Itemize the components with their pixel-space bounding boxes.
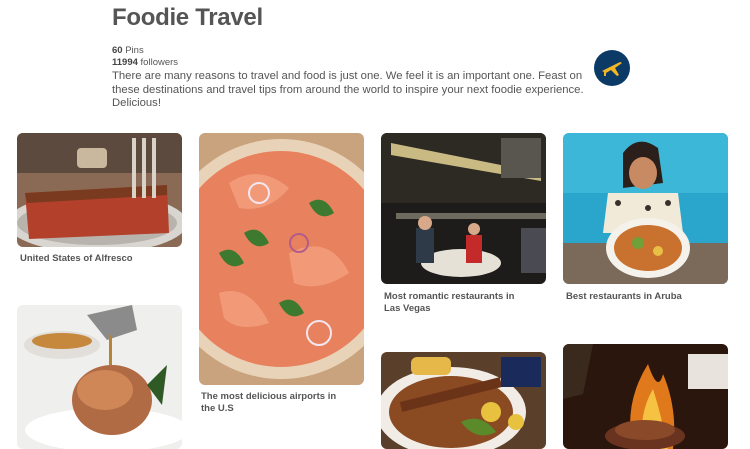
followers-label: followers xyxy=(140,57,179,68)
pin-caption[interactable]: Best restaurants in Aruba xyxy=(566,291,726,303)
pin-card-aruba[interactable] xyxy=(563,133,728,284)
pin-card-airports[interactable] xyxy=(199,133,364,385)
pins-count-row[interactable]: 60 Pins xyxy=(112,45,178,57)
board-stats: 60 Pins 11994 followers xyxy=(112,45,178,69)
pin-caption[interactable]: Most romantic restaurants in Las Vegas xyxy=(384,291,529,315)
flaming-meat-photo xyxy=(563,344,728,449)
skewer-plate-photo xyxy=(381,352,546,449)
pin-caption[interactable]: The most delicious airports in the U.S xyxy=(201,391,351,415)
roast-chicken-photo xyxy=(17,305,182,449)
pizza-photo xyxy=(17,133,182,247)
pins-count: 60 xyxy=(112,45,123,56)
board-title: Foodie Travel xyxy=(112,4,263,31)
restaurant-photo xyxy=(381,133,546,284)
board-description: There are many reasons to travel and foo… xyxy=(112,70,584,110)
followers-row[interactable]: 11994 followers xyxy=(112,57,178,69)
pin-card-flaming-meat[interactable] xyxy=(563,344,728,449)
pin-card-roast-chicken[interactable] xyxy=(17,305,182,449)
pins-label: Pins xyxy=(125,45,144,56)
salmon-pizza-photo xyxy=(199,133,364,385)
woman-plate-photo xyxy=(563,133,728,284)
pin-card-skewers[interactable] xyxy=(381,352,546,449)
followers-count: 11994 xyxy=(112,57,138,68)
airplane-globe-icon[interactable] xyxy=(593,49,631,87)
pin-card-las-vegas[interactable] xyxy=(381,133,546,284)
pin-caption[interactable]: United States of Alfresco xyxy=(20,253,180,265)
pin-card-alfresco[interactable] xyxy=(17,133,182,247)
